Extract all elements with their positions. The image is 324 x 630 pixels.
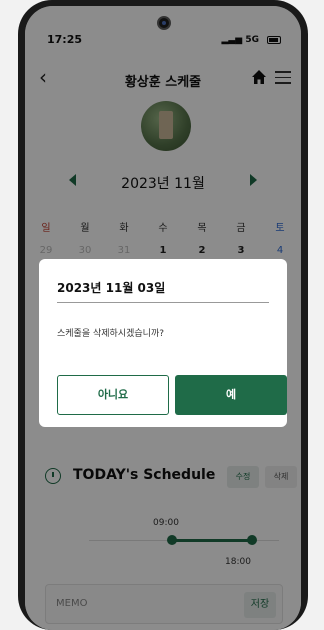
delete-confirm-dialog: 2023년 11월 03일 스케줄을 삭제하시겠습니까? 아니요 예 bbox=[39, 259, 287, 427]
dialog-message: 스케줄을 삭제하시겠습니까? bbox=[57, 329, 164, 339]
dialog-date: 2023년 11월 03일 bbox=[57, 281, 166, 295]
dialog-divider bbox=[57, 302, 269, 303]
yes-button[interactable]: 예 bbox=[175, 375, 287, 415]
app-screen: 17:25 ▂▃▅ 5G ‹ 황상훈 스케줄 2023년 11월 일 월 화 수… bbox=[25, 6, 301, 630]
front-camera bbox=[157, 16, 171, 30]
no-button[interactable]: 아니요 bbox=[57, 375, 169, 415]
phone-frame: 17:25 ▂▃▅ 5G ‹ 황상훈 스케줄 2023년 11월 일 월 화 수… bbox=[18, 0, 308, 630]
